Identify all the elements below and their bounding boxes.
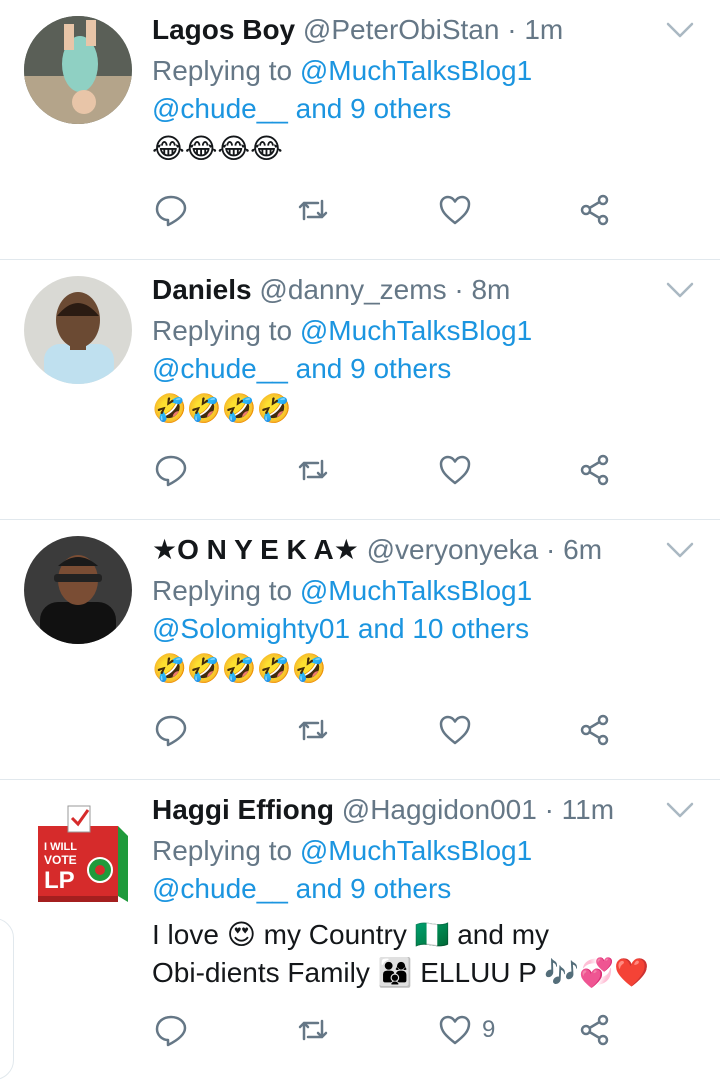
user-handle[interactable]: @danny_zems	[259, 274, 446, 305]
tweet-text: 🤣🤣🤣🤣	[152, 393, 292, 424]
like-button[interactable]	[438, 700, 482, 760]
avatar[interactable]	[24, 16, 132, 124]
like-button[interactable]	[438, 440, 482, 500]
tweet[interactable]: Lagos Boy @PeterObiStan · 1m Replying to…	[0, 0, 720, 260]
like-icon	[439, 195, 471, 225]
reply-icon	[155, 715, 187, 747]
mention-link[interactable]: @MuchTalksBlog1	[300, 575, 532, 606]
replying-to: Replying to @MuchTalksBlog1 @chude__ and…	[152, 52, 532, 128]
mention-others-link[interactable]: @chude__ and 9 others	[152, 93, 451, 124]
share-button[interactable]	[578, 180, 612, 240]
timestamp: 8m	[471, 274, 511, 305]
retweet-button[interactable]	[296, 1000, 330, 1060]
tweet-header: ★O N Y E K A★ @veryonyeka · 6m	[152, 532, 602, 568]
reply-icon	[155, 1015, 187, 1047]
action-bar	[152, 440, 632, 500]
chevron-down-icon[interactable]	[664, 278, 696, 302]
action-bar: 9	[152, 1000, 632, 1060]
replying-to-label: Replying to	[152, 315, 293, 346]
mention-link[interactable]: @MuchTalksBlog1	[300, 315, 532, 346]
tweet[interactable]: I WILL VOTE LP Haggi Effiong @Haggidon00…	[0, 780, 720, 1068]
share-button[interactable]	[578, 440, 612, 500]
share-icon	[580, 1014, 609, 1046]
logo-text-3: LP	[44, 867, 75, 894]
user-handle[interactable]: @PeterObiStan	[303, 14, 500, 45]
share-button[interactable]	[578, 700, 612, 760]
tweet[interactable]: ★O N Y E K A★ @veryonyeka · 6m Replying …	[0, 520, 720, 780]
timestamp: 1m	[524, 14, 564, 45]
display-name[interactable]: ★O N Y E K A★	[152, 534, 359, 565]
action-bar	[152, 180, 632, 240]
retweet-icon	[298, 459, 328, 481]
chevron-down-icon[interactable]	[664, 18, 696, 42]
user-handle[interactable]: @veryonyeka	[367, 534, 539, 565]
separator-dot: ·	[544, 794, 554, 825]
chevron-down-icon[interactable]	[664, 538, 696, 562]
retweet-icon	[298, 719, 328, 741]
reply-button[interactable]	[154, 180, 188, 240]
timestamp: 6m	[563, 534, 603, 565]
retweet-button[interactable]	[296, 700, 330, 760]
like-button[interactable]: 9	[438, 1000, 495, 1060]
tweet-text-line: I love 😍 my Country 🇳🇬 and my	[152, 919, 550, 950]
logo-text-1: I WILL	[44, 841, 77, 853]
share-icon	[580, 714, 609, 746]
tweet-text: 😂😂😂😂	[152, 133, 283, 164]
tweet-text: I love 😍 my Country 🇳🇬 and my Obi-dients…	[152, 916, 649, 992]
share-icon	[580, 194, 609, 226]
separator-dot: ·	[507, 14, 517, 45]
edge-panel	[0, 918, 14, 1080]
share-button[interactable]	[578, 1000, 612, 1060]
display-name[interactable]: Lagos Boy	[152, 14, 295, 45]
replying-to: Replying to @MuchTalksBlog1 @chude__ and…	[152, 312, 532, 388]
display-name[interactable]: Daniels	[152, 274, 252, 305]
retweet-button[interactable]	[296, 440, 330, 500]
mention-link[interactable]: @MuchTalksBlog1	[300, 835, 532, 866]
display-name[interactable]: Haggi Effiong	[152, 794, 334, 825]
reply-icon	[155, 195, 187, 227]
reply-button[interactable]	[154, 700, 188, 760]
tweet-header: Lagos Boy @PeterObiStan · 1m	[152, 12, 563, 48]
retweet-icon	[298, 199, 328, 221]
retweet-button[interactable]	[296, 180, 330, 240]
reply-button[interactable]	[154, 1000, 188, 1060]
like-icon	[439, 1015, 471, 1045]
mention-others-link[interactable]: @Solomighty01 and 10 others	[152, 613, 529, 644]
logo-text-2: VOTE	[44, 853, 77, 867]
timestamp: 11m	[561, 794, 615, 825]
replying-to-label: Replying to	[152, 835, 293, 866]
tweet[interactable]: Daniels @danny_zems · 8m Replying to @Mu…	[0, 260, 720, 520]
avatar[interactable]: I WILL VOTE LP	[24, 798, 132, 906]
avatar[interactable]	[24, 276, 132, 384]
replying-to: Replying to @MuchTalksBlog1 @Solomighty0…	[152, 572, 532, 648]
mention-link[interactable]: @MuchTalksBlog1	[300, 55, 532, 86]
replying-to-label: Replying to	[152, 55, 293, 86]
share-icon	[580, 454, 609, 486]
mention-others-link[interactable]: @chude__ and 9 others	[152, 873, 451, 904]
tweet-header: Daniels @danny_zems · 8m	[152, 272, 510, 308]
tweet-text-line: Obi-dients Family 👨‍👩‍👦 ELLUU P 🎶💞❤️	[152, 957, 649, 988]
action-bar	[152, 700, 632, 760]
replying-to-label: Replying to	[152, 575, 293, 606]
separator-dot: ·	[546, 534, 556, 565]
retweet-icon	[298, 1019, 328, 1041]
like-count: 9	[482, 1016, 496, 1043]
reply-icon	[155, 455, 187, 487]
chevron-down-icon[interactable]	[664, 798, 696, 822]
like-icon	[439, 715, 471, 745]
tweet-header: Haggi Effiong @Haggidon001 · 11m	[152, 792, 614, 828]
like-icon	[439, 455, 471, 485]
like-button[interactable]	[438, 180, 482, 240]
separator-dot: ·	[454, 274, 464, 305]
avatar[interactable]	[24, 536, 132, 644]
replying-to: Replying to @MuchTalksBlog1 @chude__ and…	[152, 832, 532, 908]
mention-others-link[interactable]: @chude__ and 9 others	[152, 353, 451, 384]
reply-button[interactable]	[154, 440, 188, 500]
tweet-text: 🤣🤣🤣🤣🤣	[152, 653, 327, 684]
user-handle[interactable]: @Haggidon001	[342, 794, 537, 825]
